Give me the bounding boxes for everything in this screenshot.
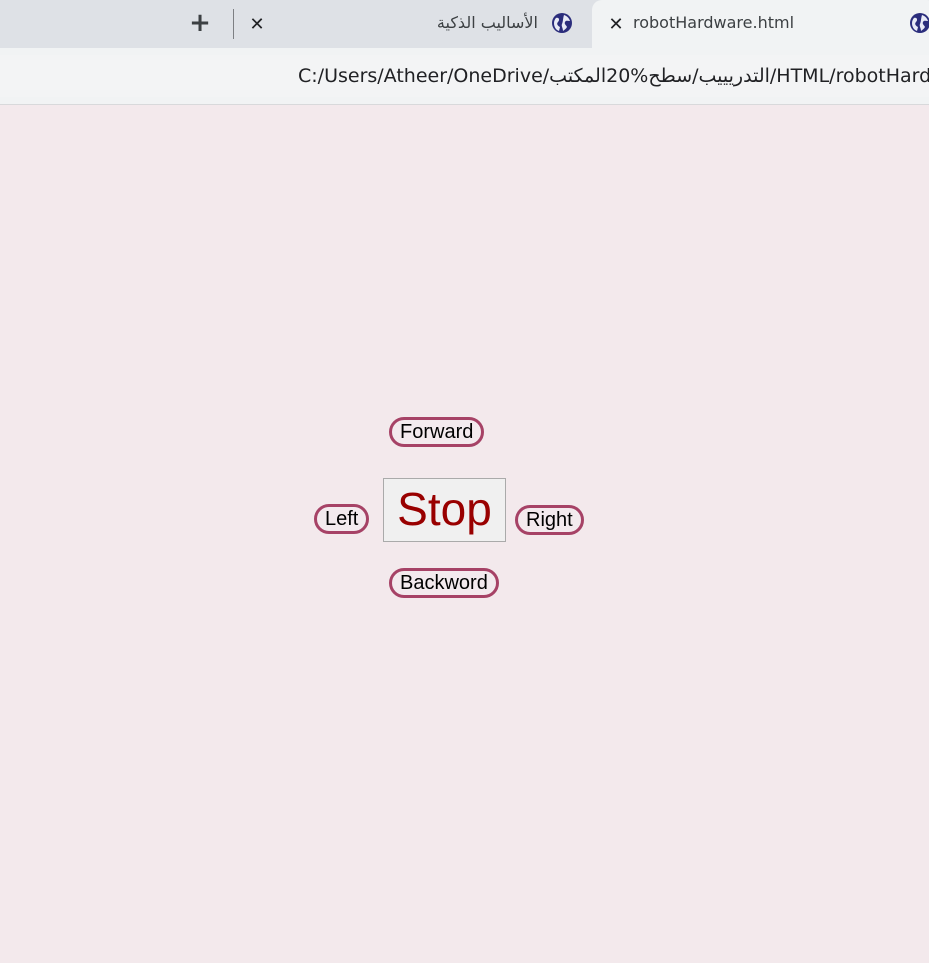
new-tab-button[interactable]: + [186,8,214,38]
left-button[interactable]: Left [314,504,370,534]
close-icon[interactable]: ✕ [604,12,628,36]
plus-icon: + [189,8,211,38]
globe-icon [910,13,929,33]
close-icon[interactable]: ✕ [245,12,269,36]
tab-title: robotHardware.html [633,13,795,32]
address-bar[interactable]: C:/Users/Atheer/OneDrive/التدريييب/سطح%2… [0,55,929,97]
right-button[interactable]: Right [515,505,584,535]
tab-robot-hardware[interactable]: ✕ robotHardware.html [592,0,929,48]
globe-icon [552,13,572,33]
url-text[interactable]: C:/Users/Atheer/OneDrive/التدريييب/سطح%2… [298,65,929,87]
page-content: Forward Left Stop Right Backword [0,105,929,963]
tab-separator [233,9,234,39]
browser-toolbar: C:/Users/Atheer/OneDrive/التدريييب/سطح%2… [0,48,929,105]
tab-strip: + ✕ الأساليب الذكية ✕ robotHardware.html [0,0,929,48]
tab-title: الأساليب الذكية [436,13,538,32]
stop-button[interactable]: Stop [383,478,506,542]
tab-intelligent-methods[interactable]: ✕ الأساليب الذكية [240,0,592,48]
backward-button[interactable]: Backword [389,568,499,598]
forward-button[interactable]: Forward [389,417,485,447]
